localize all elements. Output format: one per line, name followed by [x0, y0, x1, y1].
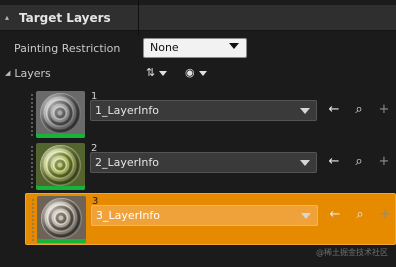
add-layer-icon[interactable]: +: [376, 205, 394, 225]
material-sphere-icon: [41, 198, 82, 239]
layer-info-dropdown[interactable]: 3_LayerInfo: [91, 205, 318, 226]
chevron-down-icon: [300, 160, 310, 166]
layer-info-value: 2_LayerInfo: [95, 156, 159, 169]
drag-handle-icon[interactable]: [30, 145, 34, 189]
eye-icon: ◉: [185, 66, 195, 79]
layer-info-dropdown[interactable]: 2_LayerInfo: [90, 152, 317, 173]
layer-thumbnail: [37, 196, 86, 243]
chevron-down-icon: [301, 213, 311, 219]
layer-item-1[interactable]: 1 1_LayerInfo ← ⌕ +: [25, 89, 396, 141]
find-in-content-icon[interactable]: ⌕: [350, 100, 368, 120]
layer-info-dropdown[interactable]: 1_LayerInfo: [90, 100, 317, 121]
chevron-down-icon: [300, 108, 310, 114]
browse-back-icon[interactable]: ←: [325, 100, 343, 120]
chevron-down-icon: [229, 43, 239, 49]
section-title: Target Layers: [19, 10, 111, 25]
painting-restriction-value: None: [150, 41, 179, 54]
layer-item-3[interactable]: 3 3_LayerInfo ← ⌕ +: [25, 193, 396, 245]
add-layer-icon[interactable]: +: [375, 100, 393, 120]
add-layer-icon[interactable]: +: [375, 152, 393, 172]
watermark: @稀土掘金技术社区: [316, 248, 388, 257]
vertical-divider: [138, 0, 139, 36]
visibility-icon[interactable]: ◉: [185, 66, 213, 82]
layer-thumbnail: [36, 91, 85, 138]
painting-restriction-label: Painting Restriction: [14, 41, 121, 55]
material-sphere-icon: [40, 145, 81, 186]
browse-back-icon[interactable]: ←: [325, 152, 343, 172]
sort-icon[interactable]: ⇅: [146, 66, 174, 82]
browse-back-icon[interactable]: ←: [326, 205, 344, 225]
find-in-content-icon[interactable]: ⌕: [350, 152, 368, 172]
layers-caret-icon[interactable]: ◢: [5, 69, 10, 77]
material-sphere-icon: [40, 93, 81, 134]
painting-restriction-dropdown[interactable]: None: [143, 38, 247, 58]
sort-menu-chevron-icon: [159, 70, 168, 76]
target-layers-header[interactable]: ▴ Target Layers: [0, 0, 396, 36]
collapse-caret-icon[interactable]: ▴: [5, 13, 15, 22]
layer-thumbnail: [36, 143, 85, 190]
sort-glyph-icon: ⇅: [146, 66, 156, 79]
layer-item-2[interactable]: 2 2_LayerInfo ← ⌕ +: [25, 141, 396, 193]
layer-info-value: 3_LayerInfo: [96, 209, 160, 222]
visibility-menu-chevron-icon: [198, 70, 207, 76]
layers-label: Layers: [14, 66, 51, 80]
drag-handle-icon[interactable]: [30, 93, 34, 137]
drag-handle-icon[interactable]: [31, 198, 35, 242]
layer-info-value: 1_LayerInfo: [95, 104, 159, 117]
find-in-content-icon[interactable]: ⌕: [351, 205, 369, 225]
target-layers-panel: ▴ Target Layers Painting Restriction Non…: [0, 0, 396, 267]
